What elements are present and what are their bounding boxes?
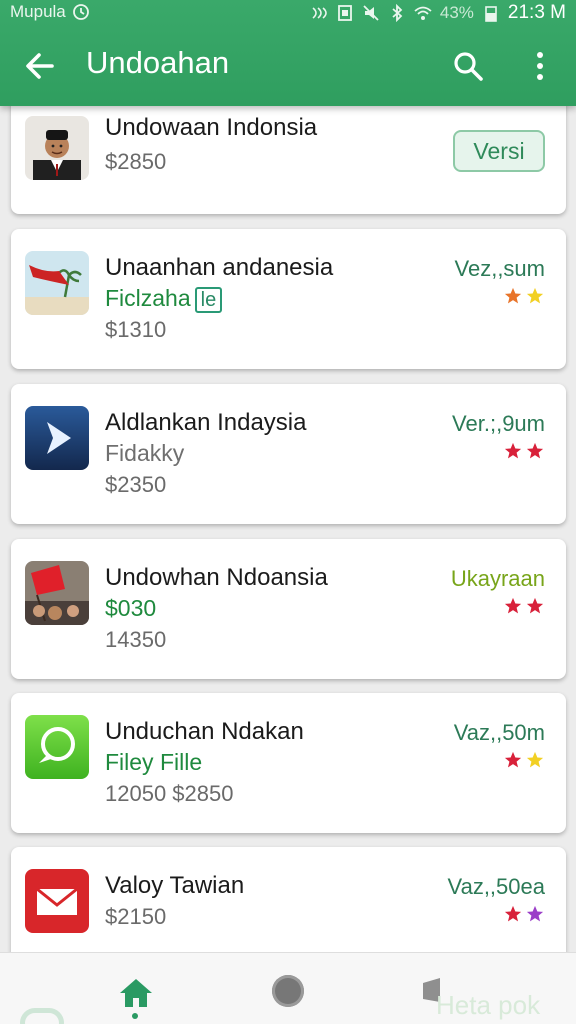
versi-button[interactable]: Versi [453,130,545,172]
app-subtitle: $030 [105,595,157,621]
app-title: Aldlankan Indaysia [105,409,307,436]
back-arrow-icon[interactable] [20,46,60,86]
nfc-icon [312,7,327,19]
list-item[interactable]: Unduchan Ndakan Filey Fille 12050 $2850 … [11,693,566,833]
app-title: Unaanhan andanesia [105,254,334,281]
app-thumbnail-portrait [25,116,89,180]
star-icon [504,597,522,614]
app-price: $2350 [105,472,167,497]
mute-icon [363,5,379,21]
list-item[interactable]: Valoy Tawian $2150 Vaz,,50ea [11,847,566,952]
app-subtitle: Fidakky [105,440,185,466]
more-vert-icon[interactable] [522,46,558,86]
app-thumbnail-flag [25,251,89,315]
home-icon[interactable] [116,973,156,1013]
app-version: Vaz,,50m [453,720,545,745]
bluetooth-icon [392,4,403,22]
star-icon [504,442,522,459]
page-title: Undoahan [86,45,230,80]
app-thumbnail-crowd [25,561,89,625]
app-thumbnail-play [25,406,89,470]
app-subtitle: Ficlzaha le [105,285,223,313]
list-item[interactable]: Aldlankan Indaysia Fidakky $2350 Ver.;,9… [11,384,566,524]
rating-stars [504,905,544,923]
status-time: 21:3 M [507,2,566,23]
app-version: Vez,,sum [454,256,545,281]
rating-stars [504,597,544,615]
list-item[interactable]: Unaanhan andanesia Ficlzaha le $1310 Vez,… [11,229,566,369]
status-bar: Mupula 43% 21:3 M [0,0,576,26]
app-list: Undowaan Indonsia $2850 Versi Unaanhan a… [0,106,576,952]
list-item[interactable]: Undowhan Ndoansia $030 14350 Ukayraan [11,539,566,679]
wifi-icon [414,6,432,20]
app-subtitle: Filey Fille [105,749,203,775]
star-icon [504,905,522,922]
app-price: $1310 [105,317,167,342]
list-item[interactable]: Undowaan Indonsia $2850 Versi [11,106,566,214]
app-thumbnail-mail [25,869,89,933]
star-icon [504,287,522,304]
app-title: Undowaan Indonsia [105,114,318,141]
app-bar: Mupula 43% 21:3 M Undoahan [0,0,576,106]
carrier-label: Mupula [10,2,66,21]
rating-stars [504,442,544,460]
app-title: Undowhan Ndoansia [105,564,328,591]
app-price: 14350 [105,627,167,652]
app-title: Unduchan Ndakan [105,718,304,745]
ghost-label: Heta pok [436,990,541,1020]
app-thumbnail-chat [25,715,89,779]
star-icon [504,751,522,768]
battery-percent: 43% [439,3,474,22]
star-icon [526,751,544,768]
partial-icon [20,1008,64,1024]
app-title: Valoy Tawian [105,872,245,899]
rating-stars [504,751,544,769]
star-icon [526,597,544,614]
battery-icon [485,6,497,22]
search-icon[interactable] [448,46,488,86]
rating-stars [504,287,544,305]
app-price: $2150 [105,904,167,929]
active-indicator [132,1013,138,1019]
app-price: $2850 [105,149,167,174]
clock-icon [72,4,89,20]
toolbar: Undoahan [0,28,576,102]
sim-icon [337,5,352,21]
app-tag-badge: le [194,287,223,313]
app-subtitle-text: Ficlzaha [105,285,191,311]
app-version: Vaz,,50ea [447,874,545,899]
app-version: Ver.;,9um [452,411,545,436]
star-icon [526,905,544,922]
app-price: 12050 $2850 [105,781,234,806]
app-version: Ukayraan [450,566,545,591]
star-icon [526,287,544,304]
record-icon[interactable] [272,975,304,1007]
star-icon [526,442,544,459]
